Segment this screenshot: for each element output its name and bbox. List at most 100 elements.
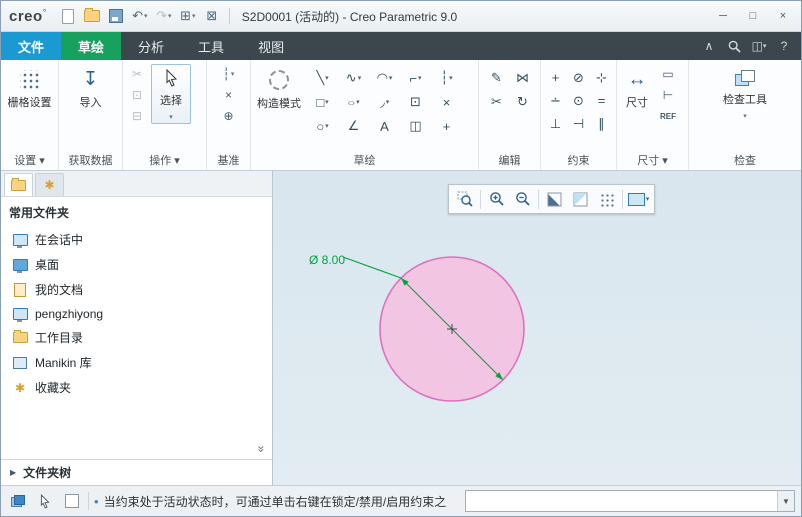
minimize-button[interactable]: ─ <box>709 5 737 27</box>
caret-down-icon[interactable]: ▾ <box>325 74 329 82</box>
tab-favorites[interactable]: ✱ <box>35 173 64 196</box>
caret-down-icon[interactable]: ▾ <box>646 195 650 203</box>
rectangle-tool-button[interactable]: □ ▾ <box>307 90 338 114</box>
sidebar-item-desktop[interactable]: 桌面 <box>1 252 272 277</box>
caret-down-icon[interactable]: ▾ <box>192 12 196 20</box>
tab-analysis[interactable]: 分析 <box>121 32 181 60</box>
mirror-tool-button[interactable]: ⋈ <box>510 66 536 90</box>
inspect-tools-button[interactable]: 检查工具 ▾ <box>720 64 770 120</box>
display-options-button[interactable]: ◫ ▾ <box>748 35 770 57</box>
save-button[interactable] <box>105 5 127 27</box>
circle-tool-button[interactable]: ○ ▾ <box>307 114 338 138</box>
caret-down-icon[interactable]: ▾ <box>389 74 393 82</box>
shade-display-button[interactable] <box>568 188 593 211</box>
close-button[interactable]: × <box>769 5 797 27</box>
collapse-ribbon-button[interactable]: ∧ <box>698 35 720 57</box>
zoom-out-button[interactable] <box>510 188 535 211</box>
offset-tool-button[interactable]: ⊡ <box>400 90 431 114</box>
sidebar-item-working-directory[interactable]: 工作目录 <box>1 325 272 350</box>
close-window-button[interactable]: ⊠ <box>201 5 223 27</box>
maximize-button[interactable]: □ <box>739 5 767 27</box>
group-label-operations[interactable]: 操作 ▾ <box>123 153 206 170</box>
open-button[interactable] <box>81 5 103 27</box>
folder-tree-toggle[interactable]: ▶ 文件夹树 <box>1 459 272 485</box>
select-cursor-button[interactable] <box>34 490 56 512</box>
tab-sketch[interactable]: 草绘 <box>61 32 122 60</box>
caret-down-icon[interactable]: ▾ <box>168 12 172 20</box>
caret-down-icon[interactable]: ▾ <box>358 74 362 82</box>
combobox-dropdown-button[interactable]: ▼ <box>777 491 794 511</box>
new-file-button[interactable] <box>57 5 79 27</box>
caret-down-icon[interactable]: ▾ <box>325 98 329 106</box>
spline-tool-button[interactable]: ∿ ▾ <box>338 66 369 90</box>
import-button[interactable]: ↧ 导入 <box>67 64 115 110</box>
csys-datum-button[interactable]: ⊕ <box>218 106 240 126</box>
chamfer-tool-button[interactable]: ∠ <box>338 114 369 138</box>
tangent-constraint-button[interactable]: ⊘ <box>567 66 590 89</box>
symmetric-constraint-button[interactable]: ⊣ <box>567 112 590 135</box>
group-label-dimension[interactable]: 尺寸 ▾ <box>617 153 688 170</box>
tab-file[interactable]: 文件 <box>1 32 62 60</box>
perimeter-dimension-button[interactable]: ▭ <box>657 64 679 84</box>
reference-dimension-button[interactable]: REF <box>657 106 679 126</box>
sidebar-item-favorites[interactable]: ✱ 收藏夹 <box>1 375 272 400</box>
undo-button[interactable]: ↶ ▾ <box>129 5 151 27</box>
arc-tool-button[interactable]: ◠ ▾ <box>369 66 400 90</box>
dimension-button[interactable]: ↔ 尺寸 <box>620 64 654 110</box>
caret-down-icon[interactable]: ▾ <box>325 122 329 130</box>
paste-button[interactable]: ⊟ <box>126 106 148 126</box>
modify-tool-button[interactable]: ✎ <box>484 66 510 90</box>
expand-list-button[interactable]: » <box>255 442 269 456</box>
line-tool-button[interactable]: ╲ ▾ <box>307 66 338 90</box>
sidebar-item-manikin-library[interactable]: Manikin 库 <box>1 350 272 375</box>
divide-tool-button[interactable]: ✂ <box>484 90 510 114</box>
delete-segment-button[interactable]: × <box>431 90 462 114</box>
select-button[interactable]: 选择 ▾ <box>151 64 191 124</box>
zoom-in-button[interactable] <box>484 188 509 211</box>
grid-settings-button[interactable]: 栅格设置 <box>5 64 55 110</box>
horizontal-constraint-button[interactable]: ⊹ <box>590 66 613 89</box>
window-switch-button[interactable]: ⊞ ▾ <box>177 5 199 27</box>
centerline-datum-button[interactable]: ┆ ▾ <box>218 64 240 84</box>
palette-tool-button[interactable]: ◫ <box>400 114 431 138</box>
tab-tools[interactable]: 工具 <box>181 32 241 60</box>
caret-down-icon[interactable]: ▾ <box>449 74 453 82</box>
combobox-value[interactable] <box>466 491 777 511</box>
parallel-constraint-button[interactable]: ∥ <box>590 112 613 135</box>
centerline-tool-button[interactable]: ┆ ▾ <box>431 66 462 90</box>
sketch-canvas[interactable]: Ø 8.00 ▾ <box>273 171 801 485</box>
copy-button[interactable]: ⊡ <box>126 85 148 105</box>
point-datum-button[interactable]: × <box>218 85 240 105</box>
construction-mode-button[interactable]: 构造模式 <box>254 64 304 111</box>
vertical-constraint-button[interactable]: + <box>544 66 567 89</box>
checkbox-button[interactable] <box>61 490 83 512</box>
redo-button[interactable]: ↷ ▾ <box>153 5 175 27</box>
refit-button[interactable] <box>542 188 567 211</box>
dimension-value[interactable]: Ø 8.00 <box>309 253 345 267</box>
selection-buffer-button[interactable] <box>7 490 29 512</box>
sketch-view-button[interactable]: ▾ <box>626 188 651 211</box>
cut-button[interactable]: ✂ <box>126 64 148 84</box>
caret-down-icon[interactable]: ▾ <box>144 12 148 20</box>
midpoint-constraint-button[interactable]: ∸ <box>544 89 567 112</box>
selection-filter-combobox[interactable]: ▼ <box>465 490 795 512</box>
tab-folder-browser[interactable] <box>4 173 33 196</box>
baseline-dimension-button[interactable]: ⊢ <box>657 85 679 105</box>
sidebar-item-in-session[interactable]: 在会话中 <box>1 227 272 252</box>
ellipse-tool-button[interactable]: ○ ▾ <box>338 90 369 114</box>
caret-down-icon[interactable]: ▾ <box>743 112 747 120</box>
equal-constraint-button[interactable]: = <box>590 89 613 112</box>
caret-down-icon[interactable]: ▾ <box>169 113 173 121</box>
help-button[interactable]: ? <box>773 35 795 57</box>
grid-toggle-button[interactable] <box>594 188 619 211</box>
caret-down-icon[interactable]: ▾ <box>231 70 235 78</box>
rotate-resize-button[interactable]: ↻ <box>510 90 536 114</box>
perpendicular-constraint-button[interactable]: ⊥ <box>544 112 567 135</box>
sidebar-item-my-documents[interactable]: 我的文档 <box>1 277 272 302</box>
conic-tool-button[interactable]: ⌐ ▾ <box>400 66 431 90</box>
point-tool-button[interactable]: + <box>431 114 462 138</box>
search-button[interactable] <box>723 35 745 57</box>
coincident-constraint-button[interactable]: ⊙ <box>567 89 590 112</box>
text-tool-button[interactable]: A <box>369 114 400 138</box>
tab-view[interactable]: 视图 <box>241 32 301 60</box>
